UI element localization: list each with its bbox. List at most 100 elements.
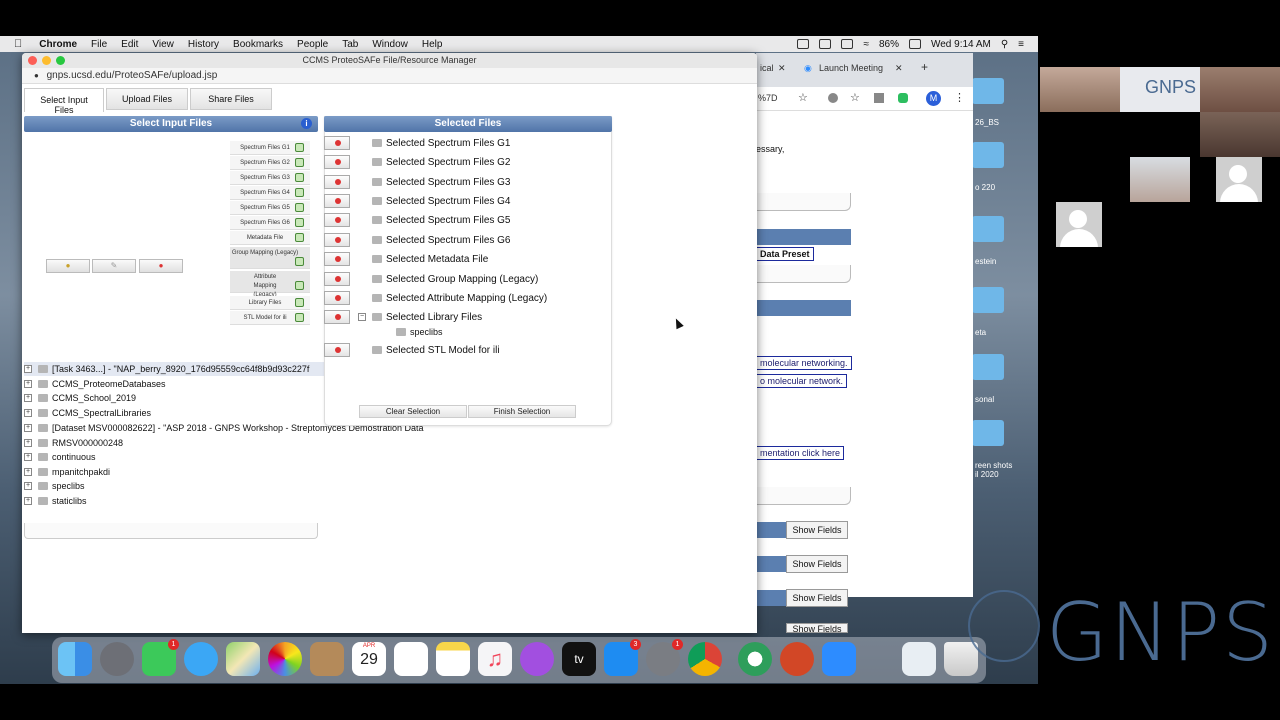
collapse-icon[interactable]: − <box>358 313 366 321</box>
add-file-icon[interactable] <box>295 257 304 266</box>
documentation-link-box[interactable]: mentation click here <box>756 446 845 460</box>
selected-row[interactable]: Selected Spectrum Files G4 <box>324 192 511 210</box>
chrome-icon[interactable] <box>688 642 722 676</box>
extension-star-icon[interactable]: ☆ <box>850 91 860 104</box>
wifi-icon[interactable]: ≈ <box>863 39 869 50</box>
selected-child-row[interactable]: speclibs <box>396 323 443 341</box>
desktop-folder-icon[interactable] <box>972 142 1004 168</box>
menu-tab[interactable]: Tab <box>335 39 365 50</box>
remove-selection-icon[interactable] <box>324 233 350 247</box>
notes-icon[interactable] <box>436 642 470 676</box>
show-fields-button[interactable]: Show Fields <box>786 521 848 539</box>
desktop-folder-icon[interactable] <box>972 287 1004 313</box>
preview-icon[interactable] <box>902 642 936 676</box>
type-spectrum-g2[interactable]: Spectrum Files G2 <box>230 156 310 170</box>
spotlight-search-icon[interactable]: ⚲ <box>1001 39 1008 50</box>
tree-item[interactable]: + continuous <box>24 450 96 464</box>
tab-select-input-files[interactable]: Select Input Files <box>24 88 104 115</box>
type-spectrum-g5[interactable]: Spectrum Files G5 <box>230 201 310 215</box>
rename-button[interactable]: ✎ <box>92 259 136 273</box>
background-browser-window[interactable]: ical ✕ ◉ Launch Meeting ✕ + %7D ☆ ☆ M ⋮ … <box>756 53 973 606</box>
remove-selection-icon[interactable] <box>324 291 350 305</box>
chrome-menu-icon[interactable]: ⋮ <box>954 91 965 104</box>
photos-icon[interactable] <box>268 642 302 676</box>
molecular-network-link-box[interactable]: o molecular network. <box>756 374 848 388</box>
add-file-icon[interactable] <box>295 203 304 212</box>
add-file-icon[interactable] <box>295 158 304 167</box>
menu-file[interactable]: File <box>84 39 114 50</box>
remove-selection-icon[interactable] <box>324 155 350 169</box>
add-file-icon[interactable] <box>295 313 304 322</box>
add-file-icon[interactable] <box>295 298 304 307</box>
powerpoint-icon[interactable] <box>780 642 814 676</box>
close-window-icon[interactable] <box>28 56 37 65</box>
add-file-icon[interactable] <box>295 188 304 197</box>
menu-people[interactable]: People <box>290 39 335 50</box>
apple-icon[interactable]:  <box>0 38 32 50</box>
clock[interactable]: Wed 9:14 AM <box>931 39 991 50</box>
expand-icon[interactable]: + <box>24 439 32 447</box>
tree-item[interactable]: + mpanitchpakdi <box>24 465 110 479</box>
selected-row[interactable]: Selected Spectrum Files G3 <box>324 173 511 191</box>
selected-row[interactable]: Selected Spectrum Files G6 <box>324 231 511 249</box>
desktop-folder-icon[interactable] <box>972 420 1004 446</box>
expand-icon[interactable]: + <box>24 380 32 388</box>
expand-icon[interactable]: + <box>24 409 32 417</box>
type-spectrum-g1[interactable]: Spectrum Files G1 <box>230 141 310 155</box>
menu-view[interactable]: View <box>145 39 181 50</box>
app-store-icon[interactable]: 3 <box>604 639 641 676</box>
expand-icon[interactable]: + <box>24 468 32 476</box>
background-tab-launch-meeting[interactable]: Launch Meeting <box>819 63 883 73</box>
tab-close-icon[interactable]: ✕ <box>778 63 786 74</box>
delete-button[interactable]: ● <box>139 259 183 273</box>
data-preset-button[interactable]: Data Preset <box>756 247 814 261</box>
new-tab-icon[interactable]: + <box>921 60 928 74</box>
expand-icon[interactable]: + <box>24 453 32 461</box>
expand-icon[interactable]: + <box>24 365 32 373</box>
zoom-icon[interactable] <box>822 642 856 676</box>
menu-app-name[interactable]: Chrome <box>32 39 84 50</box>
tree-item[interactable]: + CCMS_School_2019 <box>24 391 136 405</box>
tree-item[interactable]: + CCMS_ProteomeDatabases <box>24 377 166 391</box>
remove-selection-icon[interactable] <box>324 136 350 150</box>
maps-icon[interactable] <box>226 642 260 676</box>
finish-selection-button[interactable]: Finish Selection <box>468 405 576 418</box>
extension-icon[interactable] <box>874 93 884 103</box>
desktop-folder-icon[interactable] <box>972 216 1004 242</box>
address-bar[interactable]: ● gnps.ucsd.edu/ProteoSAFe/upload.jsp <box>22 68 757 84</box>
remove-selection-icon[interactable] <box>324 213 350 227</box>
add-file-icon[interactable] <box>295 233 304 242</box>
evernote-icon[interactable] <box>898 93 908 103</box>
selected-row[interactable]: Selected Group Mapping (Legacy) <box>324 270 538 288</box>
show-fields-button[interactable]: Show Fields <box>786 555 848 573</box>
remove-selection-icon[interactable] <box>324 272 350 286</box>
menu-history[interactable]: History <box>181 39 226 50</box>
apple-tv-icon[interactable]: tv <box>562 642 596 676</box>
remove-selection-icon[interactable] <box>324 194 350 208</box>
type-spectrum-g3[interactable]: Spectrum Files G3 <box>230 171 310 185</box>
profile-avatar[interactable]: M <box>926 91 941 106</box>
expand-icon[interactable]: + <box>24 424 32 432</box>
window-titlebar[interactable]: CCMS ProteoSAFe File/Resource Manager <box>22 53 757 68</box>
globe-app-icon[interactable] <box>738 642 772 676</box>
selected-row[interactable]: Selected Spectrum Files G2 <box>324 153 511 171</box>
input-source-icon[interactable] <box>841 39 854 49</box>
reminders-icon[interactable] <box>394 642 428 676</box>
add-file-icon[interactable] <box>295 281 304 290</box>
tree-item[interactable]: + staticlibs <box>24 494 87 508</box>
menu-bookmarks[interactable]: Bookmarks <box>226 39 290 50</box>
expand-icon[interactable]: + <box>24 394 32 402</box>
remove-selection-icon[interactable] <box>324 310 350 324</box>
selected-row[interactable]: Selected Spectrum Files G5 <box>324 211 511 229</box>
type-spectrum-g4[interactable]: Spectrum Files G4 <box>230 186 310 200</box>
screen-share-icon[interactable] <box>797 39 810 49</box>
tab-upload-files[interactable]: Upload Files <box>106 88 188 110</box>
minimize-window-icon[interactable] <box>42 56 51 65</box>
info-icon[interactable]: i <box>301 118 312 129</box>
launchpad-icon[interactable] <box>100 642 134 676</box>
menu-edit[interactable]: Edit <box>114 39 145 50</box>
notification-center-icon[interactable]: ≡ <box>1018 39 1024 50</box>
zoom-window-icon[interactable] <box>56 56 65 65</box>
tab-close-icon[interactable]: ✕ <box>895 63 903 74</box>
type-metadata-file[interactable]: Metadata File <box>230 231 310 245</box>
